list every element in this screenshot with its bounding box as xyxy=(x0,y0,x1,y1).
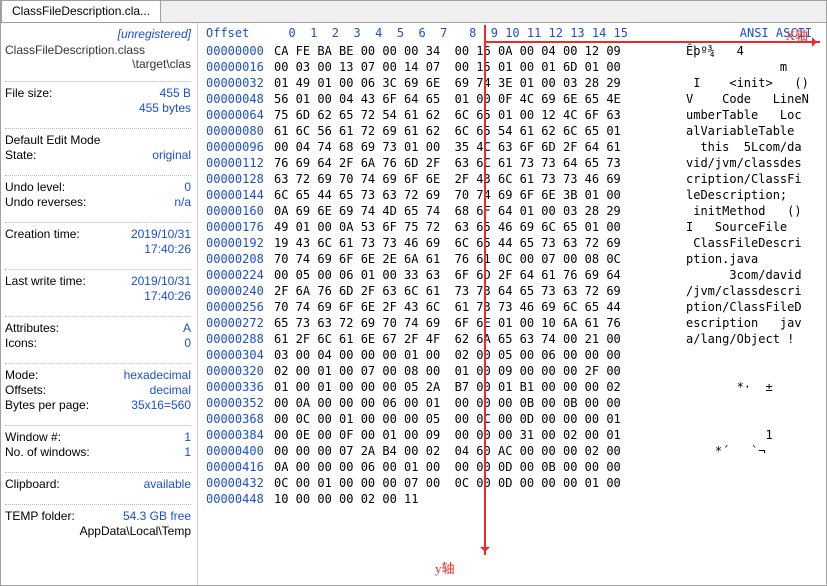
hex-bytes[interactable]: 19 43 6C 61 73 73 46 69 6C 65 44 65 73 6… xyxy=(274,235,680,251)
hex-bytes[interactable]: 76 69 64 2F 6A 76 6D 2F 63 6C 61 73 73 6… xyxy=(274,155,680,171)
offset-cell: 00000208 xyxy=(198,251,274,267)
hex-bytes[interactable]: 70 74 69 6F 6E 2F 43 6C 61 73 73 46 69 6… xyxy=(274,299,680,315)
offset-cell: 00000144 xyxy=(198,187,274,203)
x-axis-arrow xyxy=(484,41,820,43)
ascii-cell: I <init> () xyxy=(680,75,826,91)
hex-bytes[interactable]: 63 72 69 70 74 69 6F 6E 2F 43 6C 61 73 7… xyxy=(274,171,680,187)
offset-cell: 00000080 xyxy=(198,123,274,139)
x-axis-label: X轴 xyxy=(786,25,808,44)
hex-bytes[interactable]: 0A 69 6E 69 74 4D 65 74 68 6F 64 01 00 0… xyxy=(274,203,680,219)
ascii-cell: ption/ClassFileD xyxy=(680,299,826,315)
offset-cell: 00000272 xyxy=(198,315,274,331)
ascii-cell: ClassFileDescri xyxy=(680,235,826,251)
offset-cell: 00000432 xyxy=(198,475,274,491)
hex-bytes[interactable]: 6C 65 44 65 73 63 72 69 70 74 69 6F 6E 3… xyxy=(274,187,680,203)
hex-bytes[interactable]: 61 6C 56 61 72 69 61 62 6C 65 54 61 62 6… xyxy=(274,123,680,139)
offset-cell: 00000400 xyxy=(198,443,274,459)
offset-cell: 00000240 xyxy=(198,283,274,299)
offset-cell: 00000128 xyxy=(198,171,274,187)
y-axis-label: y轴 xyxy=(435,558,455,577)
tab-file[interactable]: ClassFileDescription.cla... xyxy=(1,0,161,22)
ascii-cell xyxy=(680,475,826,491)
offset-cell: 00000368 xyxy=(198,411,274,427)
ascii-cell: vid/jvm/classdes xyxy=(680,155,826,171)
hex-bytes[interactable]: 00 05 00 06 01 00 33 63 6F 6D 2F 64 61 7… xyxy=(274,267,680,283)
ascii-cell xyxy=(680,363,826,379)
tab-bar: ClassFileDescription.cla... xyxy=(1,1,826,23)
ascii-cell: this 5Lcom/da xyxy=(680,139,826,155)
ascii-cell xyxy=(680,491,826,507)
offset-cell: 00000224 xyxy=(198,267,274,283)
offset-cell: 00000160 xyxy=(198,203,274,219)
hex-bytes[interactable]: 56 01 00 04 43 6F 64 65 01 00 0F 4C 69 6… xyxy=(274,91,680,107)
offset-cell: 00000336 xyxy=(198,379,274,395)
ascii-cell: /jvm/classdescri xyxy=(680,283,826,299)
ascii-cell: *´ `¬ xyxy=(680,443,826,459)
file-path: ClassFileDescription.class \target\clas xyxy=(5,43,191,71)
hex-bytes[interactable]: 0C 00 01 00 00 00 07 00 0C 00 0D 00 00 0… xyxy=(274,475,680,491)
hex-bytes[interactable]: 00 0C 00 01 00 00 00 05 00 0C 00 0D 00 0… xyxy=(274,411,680,427)
hex-bytes[interactable]: 00 03 00 13 07 00 14 07 00 15 01 00 01 6… xyxy=(274,59,680,75)
offset-cell: 00000352 xyxy=(198,395,274,411)
hex-bytes[interactable]: 10 00 00 00 02 00 11 xyxy=(274,491,680,507)
hex-bytes[interactable]: CA FE BA BE 00 00 00 34 00 16 0A 00 04 0… xyxy=(274,43,680,59)
offset-cell: 00000416 xyxy=(198,459,274,475)
ascii-cell: 3com/david xyxy=(680,267,826,283)
ascii-cell: ption.java xyxy=(680,251,826,267)
hex-bytes[interactable]: 65 73 63 72 69 70 74 69 6F 6E 01 00 10 6… xyxy=(274,315,680,331)
ascii-cell xyxy=(680,459,826,475)
ascii-cell xyxy=(680,395,826,411)
hex-bytes[interactable]: 49 01 00 0A 53 6F 75 72 63 65 46 69 6C 6… xyxy=(274,219,680,235)
info-panel: [unregistered] ClassFileDescription.clas… xyxy=(1,23,198,585)
offset-cell: 00000192 xyxy=(198,235,274,251)
ascii-cell: Êþº¾ 4 xyxy=(680,43,826,59)
ascii-cell: *· ± xyxy=(680,379,826,395)
registration-status: [unregistered] xyxy=(5,27,191,41)
hex-bytes[interactable]: 2F 6A 76 6D 2F 63 6C 61 73 73 64 65 73 6… xyxy=(274,283,680,299)
ascii-cell: m xyxy=(680,59,826,75)
hex-bytes[interactable]: 00 04 74 68 69 73 01 00 35 4C 63 6F 6D 2… xyxy=(274,139,680,155)
offset-cell: 00000176 xyxy=(198,219,274,235)
hdr-columns: 0 1 2 3 4 5 6 7 8 9 10 11 12 13 14 15 xyxy=(274,23,680,43)
offset-cell: 00000304 xyxy=(198,347,274,363)
ascii-cell: alVariableTable xyxy=(680,123,826,139)
ascii-cell: escription jav xyxy=(680,315,826,331)
hex-bytes[interactable]: 75 6D 62 65 72 54 61 62 6C 65 01 00 12 4… xyxy=(274,107,680,123)
ascii-cell: I SourceFile xyxy=(680,219,826,235)
offset-cell: 00000288 xyxy=(198,331,274,347)
offset-cell: 00000384 xyxy=(198,427,274,443)
hex-view[interactable]: Offset 0 1 2 3 4 5 6 7 8 9 10 11 12 13 1… xyxy=(198,23,826,585)
hex-bytes[interactable]: 00 0A 00 00 00 06 00 01 00 00 00 0B 00 0… xyxy=(274,395,680,411)
ascii-cell xyxy=(680,411,826,427)
hdr-offset: Offset xyxy=(198,23,274,43)
hex-bytes[interactable]: 02 00 01 00 07 00 08 00 01 00 09 00 00 0… xyxy=(274,363,680,379)
offset-cell: 00000000 xyxy=(198,43,274,59)
offset-cell: 00000256 xyxy=(198,299,274,315)
offset-cell: 00000448 xyxy=(198,491,274,507)
hex-bytes[interactable]: 70 74 69 6F 6E 2E 6A 61 76 61 0C 00 07 0… xyxy=(274,251,680,267)
offset-cell: 00000112 xyxy=(198,155,274,171)
hex-bytes[interactable]: 0A 00 00 00 06 00 01 00 00 00 0D 00 0B 0… xyxy=(274,459,680,475)
offset-cell: 00000016 xyxy=(198,59,274,75)
hex-bytes[interactable]: 00 00 00 07 2A B4 00 02 04 60 AC 00 00 0… xyxy=(274,443,680,459)
offset-cell: 00000064 xyxy=(198,107,274,123)
offset-cell: 00000048 xyxy=(198,91,274,107)
ascii-cell: umberTable Loc xyxy=(680,107,826,123)
ascii-cell: cription/ClassFi xyxy=(680,171,826,187)
ascii-cell: initMethod () xyxy=(680,203,826,219)
hex-bytes[interactable]: 03 00 04 00 00 00 01 00 02 00 05 00 06 0… xyxy=(274,347,680,363)
hex-bytes[interactable]: 01 00 01 00 00 00 05 2A B7 00 01 B1 00 0… xyxy=(274,379,680,395)
offset-cell: 00000320 xyxy=(198,363,274,379)
ascii-cell: a/lang/Object ! xyxy=(680,331,826,347)
ascii-cell xyxy=(680,347,826,363)
ascii-cell: leDescription; xyxy=(680,187,826,203)
hex-bytes[interactable]: 00 0E 00 0F 00 01 00 09 00 00 00 31 00 0… xyxy=(274,427,680,443)
hex-bytes[interactable]: 01 49 01 00 06 3C 69 6E 69 74 3E 01 00 0… xyxy=(274,75,680,91)
offset-cell: 00000032 xyxy=(198,75,274,91)
ascii-cell: 1 xyxy=(680,427,826,443)
offset-cell: 00000096 xyxy=(198,139,274,155)
hex-bytes[interactable]: 61 2F 6C 61 6E 67 2F 4F 62 6A 65 63 74 0… xyxy=(274,331,680,347)
y-axis-arrow xyxy=(484,25,486,555)
ascii-cell: V Code LineN xyxy=(680,91,826,107)
